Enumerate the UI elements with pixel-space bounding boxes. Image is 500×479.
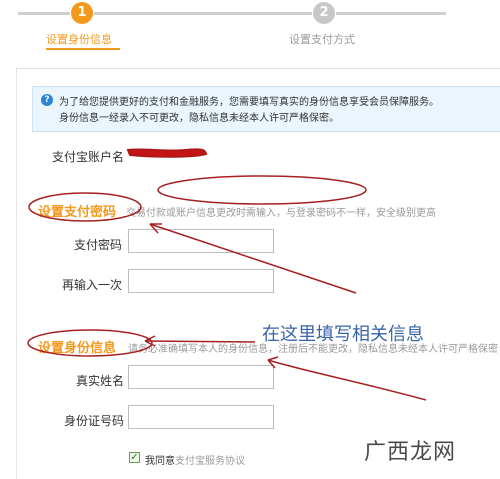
- id-number-input[interactable]: [128, 405, 274, 429]
- payment-password-title: 设置支付密码: [38, 205, 117, 220]
- notice-line-2: 身份信息一经录入不可更改，隐私信息未经本人许可严格保密。: [59, 113, 339, 124]
- identity-desc: 请务必准确填写本人的身份信息，注册后不能更改，隐私信息未经本人许可严格保密: [128, 344, 498, 355]
- notice-line-1: 为了给您提供更好的支付和金融服务，您需要填写真实的身份信息享受会员保障服务。: [59, 97, 439, 108]
- real-name-label: 真实姓名: [76, 374, 125, 388]
- real-name-input[interactable]: [128, 365, 274, 389]
- confirm-password-label: 再输入一次: [62, 278, 123, 292]
- confirm-password-input[interactable]: [128, 269, 274, 293]
- agreement-link[interactable]: 支付宝服务协议: [175, 456, 245, 467]
- step-1-indicator: 1: [71, 2, 93, 24]
- identity-title: 设置身份信息: [38, 341, 117, 356]
- agreement-checkbox[interactable]: ✓: [129, 452, 140, 463]
- info-notice: ? 为了给您提供更好的支付和金融服务，您需要填写真实的身份信息享受会员保障服务。…: [32, 86, 500, 132]
- step-1-underline: [46, 48, 120, 50]
- agreement-text: 我同意支付宝服务协议: [145, 452, 245, 467]
- info-icon: ?: [41, 94, 53, 106]
- step-1-label: 设置身份信息: [46, 33, 112, 46]
- payment-password-desc: 交易付款或账户信息更改时需输入，与登录密码不一样，安全级别更高: [126, 208, 436, 219]
- agreement-prefix: 我同意: [145, 456, 175, 467]
- step-2-indicator: 2: [313, 2, 335, 24]
- stepper-line-left: [18, 12, 70, 15]
- payment-password-label: 支付密码: [74, 238, 123, 252]
- payment-password-input[interactable]: [128, 229, 274, 253]
- stepper-line-middle: [94, 12, 312, 15]
- watermark-text: 广西龙网: [364, 440, 457, 465]
- id-number-label: 身份证号码: [64, 414, 125, 428]
- account-name-label: 支付宝账户名: [52, 150, 125, 164]
- stepper-line-right: [336, 12, 446, 15]
- step-2-label: 设置支付方式: [289, 33, 355, 46]
